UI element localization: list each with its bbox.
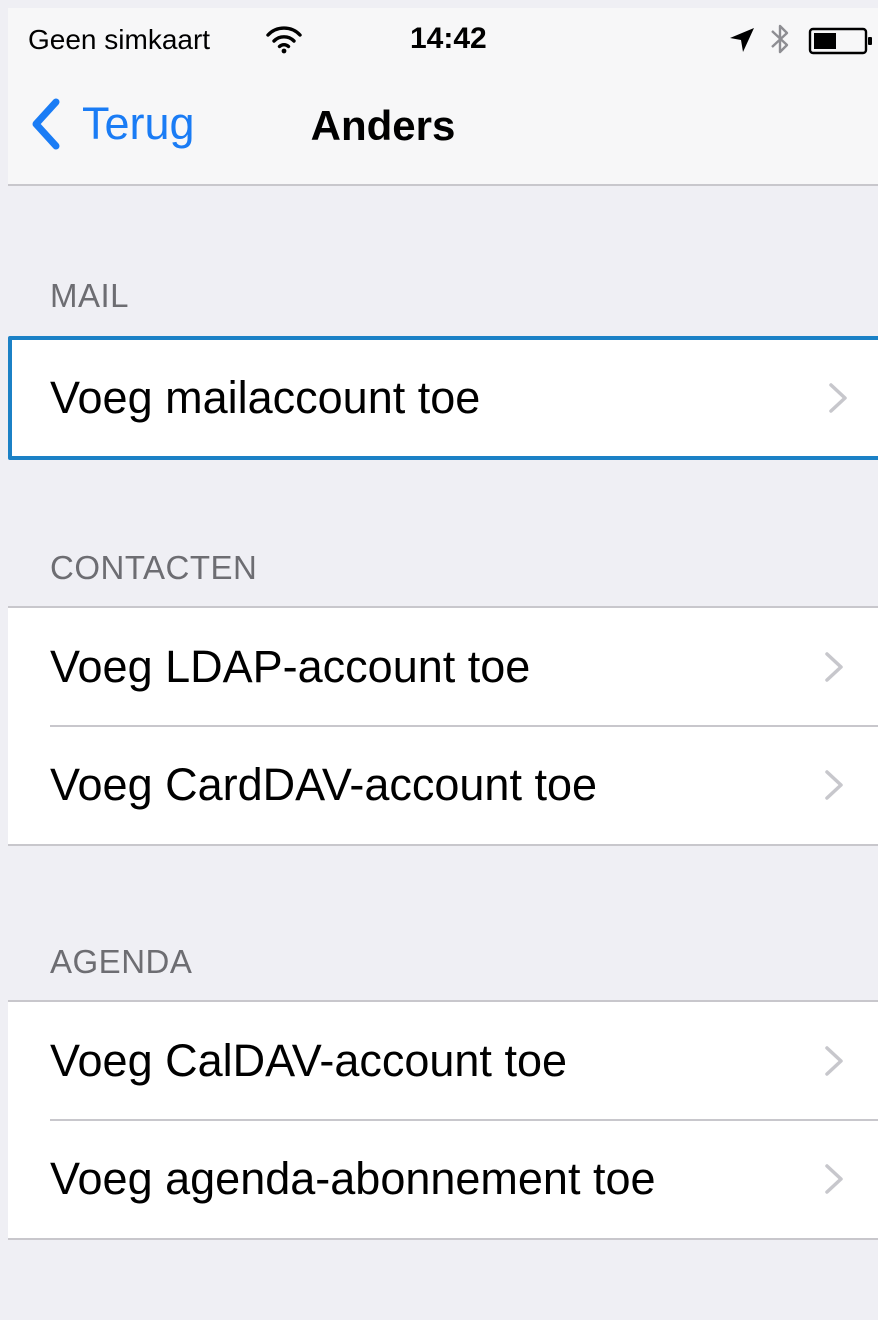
mail-group: Voeg mailaccount toe [8,336,878,460]
row-label: Voeg LDAP-account toe [50,641,531,692]
screen: Geen simkaart 14:42 Terug Anders MAIL Vo… [0,0,878,1320]
row-label: Voeg mailaccount toe [50,372,481,423]
page-title: Anders [310,102,456,149]
top-bar: Geen simkaart 14:42 Terug Anders [8,8,878,186]
section-header-mail: MAIL [50,277,130,314]
navigation-bar: Terug Anders [8,70,878,184]
carrier-label: Geen simkaart [28,24,211,55]
row-label: Voeg CardDAV-account toe [50,759,598,810]
status-time: 14:42 [410,22,487,55]
section-header-agenda: AGENDA [50,943,193,980]
agenda-group: Voeg CalDAV-account toe Voeg agenda-abon… [8,1000,878,1240]
battery-icon [808,27,872,55]
row-label: Voeg agenda-abonnement toe [50,1153,656,1204]
row-add-caldav-account[interactable]: Voeg CalDAV-account toe [8,1002,878,1120]
status-bar: Geen simkaart 14:42 [8,8,878,70]
chevron-right-icon [825,1164,843,1194]
section-header-contacten: CONTACTEN [50,549,258,586]
wifi-icon [266,26,302,54]
row-add-mail-account[interactable]: Voeg mailaccount toe [12,340,878,456]
chevron-right-icon [825,770,843,800]
row-label: Voeg CalDAV-account toe [50,1035,567,1086]
chevron-right-icon [825,652,843,682]
location-arrow-icon [730,28,754,52]
chevron-right-icon [825,1046,843,1076]
row-add-ldap-account[interactable]: Voeg LDAP-account toe [8,608,878,726]
contacten-group: Voeg LDAP-account toe Voeg CardDAV-accou… [8,606,878,846]
row-add-calendar-subscription[interactable]: Voeg agenda-abonnement toe [8,1119,878,1238]
bluetooth-icon [771,24,789,54]
row-add-carddav-account[interactable]: Voeg CardDAV-account toe [8,725,878,844]
chevron-right-icon [829,383,847,413]
